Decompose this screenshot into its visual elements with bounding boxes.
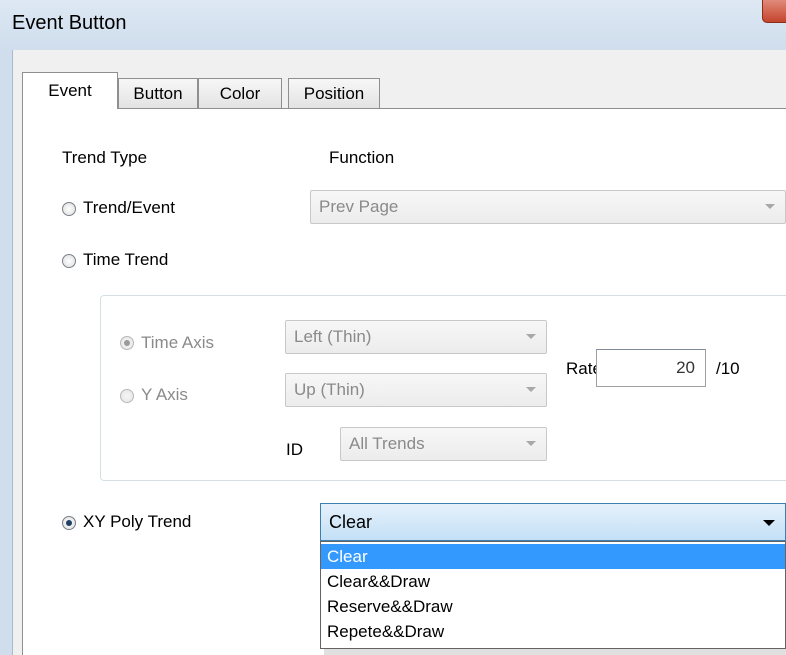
function-heading: Function [329, 148, 395, 167]
y-axis-radio[interactable] [120, 389, 134, 403]
dropdown-option-clear[interactable]: Clear [321, 544, 785, 569]
trend-event-radio[interactable] [62, 202, 76, 216]
dropdown-option-clear-draw[interactable]: Clear&&Draw [321, 569, 785, 594]
id-label: ID [286, 440, 303, 459]
tab-button-label: Button [133, 84, 183, 103]
function-dropdown[interactable]: Prev Page [310, 190, 786, 224]
id-dropdown-value: All Trends [349, 434, 425, 453]
id-dropdown[interactable]: All Trends [340, 427, 547, 461]
dropdown-option-reserve-draw[interactable]: Reserve&&Draw [321, 594, 785, 619]
xy-poly-trend-dropdown[interactable]: Clear [320, 503, 786, 541]
time-trend-label[interactable]: Time Trend [83, 250, 168, 270]
close-button[interactable] [762, 0, 786, 23]
function-dropdown-value: Prev Page [319, 197, 399, 216]
xy-poly-trend-radio[interactable] [62, 516, 76, 530]
radio-selected-dot [66, 520, 72, 526]
time-axis-radio[interactable] [120, 336, 134, 350]
dropdown-option-repete-draw[interactable]: Repete&&Draw [321, 619, 785, 644]
tab-button[interactable]: Button [118, 78, 198, 108]
radio-selected-dot [124, 340, 130, 346]
xy-poly-trend-label[interactable]: XY Poly Trend [83, 512, 191, 532]
rate-input[interactable]: 20 [596, 349, 706, 387]
window-title: Event Button [12, 12, 127, 34]
chevron-down-icon [765, 204, 775, 209]
window-frame-left [0, 50, 13, 655]
time-axis-dropdown-value: Left (Thin) [294, 327, 372, 346]
xy-poly-trend-dropdown-value: Clear [329, 512, 373, 532]
trend-event-label[interactable]: Trend/Event [83, 198, 175, 218]
dropdown-shadow [324, 649, 786, 655]
tab-position-label: Position [303, 84, 365, 103]
time-axis-dropdown[interactable]: Left (Thin) [285, 320, 547, 354]
rate-unit-label: /10 [716, 359, 740, 378]
tab-event-label: Event [48, 81, 92, 100]
chevron-down-icon [526, 441, 536, 446]
y-axis-dropdown-value: Up (Thin) [294, 380, 365, 399]
tab-color[interactable]: Color [198, 78, 282, 108]
y-axis-label[interactable]: Y Axis [141, 385, 188, 405]
tab-color-label: Color [219, 84, 261, 103]
time-axis-label[interactable]: Time Axis [141, 333, 214, 353]
title-bar: Event Button [0, 0, 786, 51]
time-trend-radio[interactable] [62, 254, 76, 268]
trend-type-heading: Trend Type [62, 148, 148, 167]
tab-event[interactable]: Event [22, 72, 118, 109]
chevron-down-icon [526, 334, 536, 339]
chevron-down-icon [526, 387, 536, 392]
chevron-down-icon [763, 520, 775, 526]
y-axis-dropdown[interactable]: Up (Thin) [285, 373, 547, 407]
tab-position[interactable]: Position [288, 78, 380, 108]
xy-poly-trend-dropdown-list: Clear Clear&&Draw Reserve&&Draw Repete&&… [320, 541, 786, 649]
rate-input-value: 20 [676, 358, 695, 377]
